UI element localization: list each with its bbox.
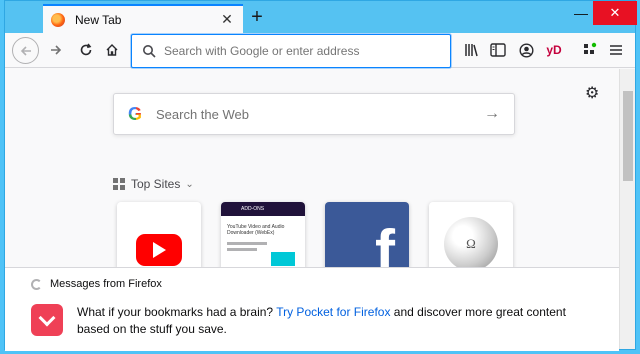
web-search-box[interactable]: G Search the Web → — [113, 93, 515, 135]
message-text: What if your bookmarks had a brain? Try … — [77, 304, 597, 338]
extensions-button[interactable] — [581, 41, 599, 59]
home-icon — [106, 44, 118, 56]
reload-icon — [80, 43, 92, 56]
reload-button[interactable] — [73, 37, 99, 63]
new-tab-page: ⚙ G Search the Web → Top Sites ⌄ ADD-ONS… — [5, 69, 619, 351]
top-site-youtube[interactable] — [117, 202, 201, 272]
arrow-right-icon — [51, 45, 62, 55]
sidebar-icon — [490, 43, 506, 57]
library-icon — [465, 44, 478, 57]
arrow-right-icon[interactable]: → — [484, 105, 500, 123]
search-icon — [143, 45, 156, 58]
extensions-icon — [584, 42, 597, 54]
address-bar[interactable] — [131, 34, 451, 68]
youtube-icon — [136, 234, 182, 266]
browser-window: New Tab ✕ + — ✕ yD — [4, 0, 637, 351]
gear-icon[interactable]: ⚙ — [585, 83, 599, 103]
back-button[interactable] — [12, 37, 39, 64]
pocket-link[interactable]: Try Pocket for Firefox — [276, 305, 390, 319]
top-sites-label: Top Sites — [131, 177, 181, 191]
tab-title: New Tab — [75, 12, 122, 27]
facebook-icon: f — [375, 218, 395, 272]
grid-icon — [113, 178, 125, 190]
firefox-icon — [31, 278, 42, 290]
new-tab-button[interactable]: + — [245, 5, 269, 29]
address-input[interactable] — [164, 44, 444, 58]
top-site-wikipedia[interactable]: Ω — [429, 202, 513, 272]
addon-page-thumbnail: ADD-ONS YouTube Video and Audio Download… — [221, 202, 305, 272]
account-icon — [518, 42, 534, 58]
addon-title: YouTube Video and Audio Downloader (WebE… — [227, 224, 285, 236]
thumbnail-line — [227, 248, 257, 251]
tab-strip: New Tab ✕ + — ✕ — [5, 1, 637, 33]
minimize-button[interactable]: — — [569, 1, 593, 25]
messages-title: Messages from Firefox — [50, 278, 162, 290]
account-button[interactable] — [517, 41, 535, 59]
top-site-addon[interactable]: ADD-ONS YouTube Video and Audio Download… — [221, 202, 305, 272]
nav-toolbar: yD — [5, 33, 635, 68]
close-window-button[interactable]: ✕ — [593, 1, 637, 25]
wikipedia-globe-icon: Ω — [444, 217, 498, 271]
addon-header: ADD-ONS — [221, 202, 305, 216]
thumbnail-block — [271, 252, 295, 266]
google-logo-icon: G — [128, 103, 143, 124]
thumbnail-line — [227, 242, 267, 245]
scrollbar[interactable] — [619, 69, 635, 349]
messages-header: Messages from Firefox — [31, 278, 162, 290]
chevron-down-icon: ⌄ — [185, 178, 194, 190]
message-text-before: What if your bookmarks had a brain? — [77, 305, 277, 319]
scrollbar-thumb[interactable] — [623, 91, 633, 181]
messages-panel: Messages from Firefox What if your bookm… — [5, 267, 619, 351]
yd-extension-button[interactable]: yD — [545, 41, 563, 59]
home-button[interactable] — [99, 37, 125, 63]
menu-icon — [610, 45, 622, 55]
search-placeholder: Search the Web — [156, 106, 249, 122]
sidebar-button[interactable] — [489, 41, 507, 59]
firefox-icon — [51, 12, 65, 27]
close-tab-icon[interactable]: ✕ — [219, 11, 235, 28]
menu-button[interactable] — [607, 41, 625, 59]
pocket-icon — [31, 304, 63, 336]
library-button[interactable] — [463, 41, 481, 59]
top-sites-header[interactable]: Top Sites ⌄ — [113, 177, 194, 191]
top-site-facebook[interactable]: f — [325, 202, 409, 272]
tab-new-tab[interactable]: New Tab ✕ — [43, 4, 243, 33]
forward-button[interactable] — [43, 37, 69, 63]
arrow-left-icon — [20, 45, 31, 56]
